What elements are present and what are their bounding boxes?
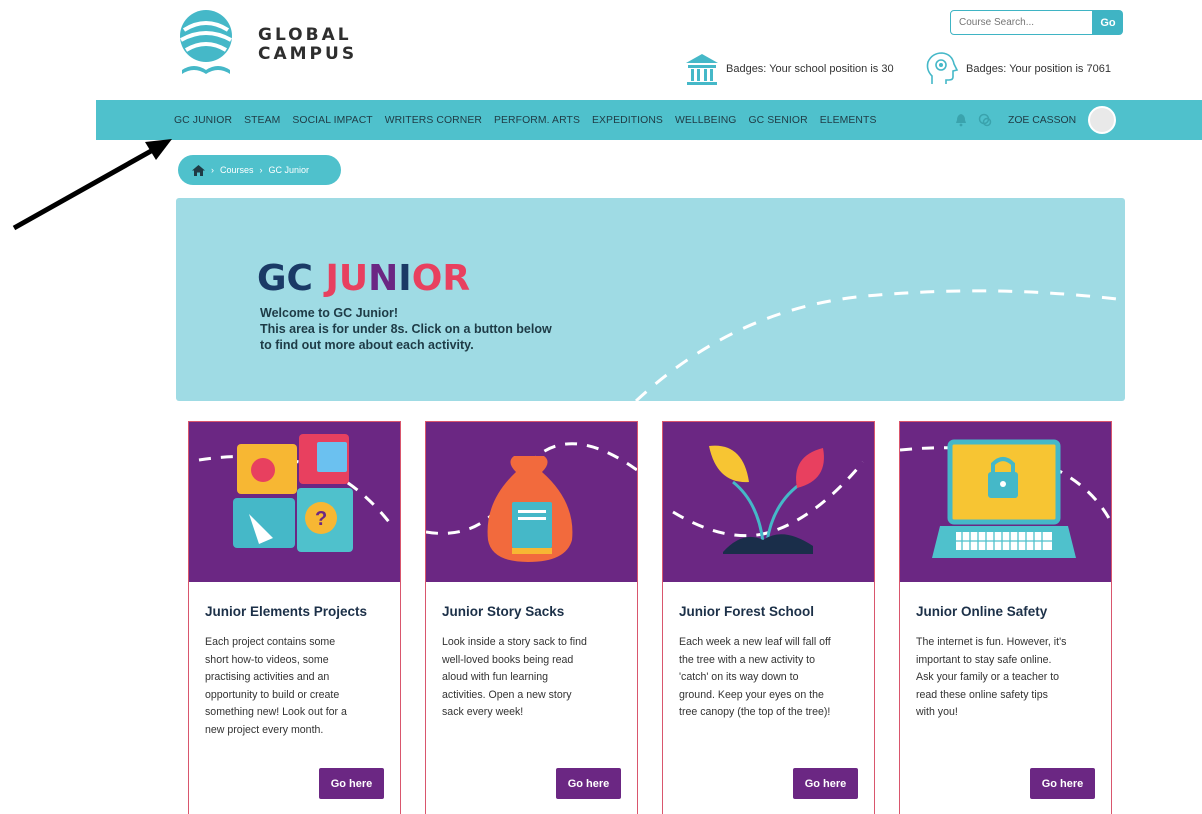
nav-item-elements[interactable]: ELEMENTS xyxy=(820,115,877,126)
card-junior-online-safety: Junior Online Safety The internet is fun… xyxy=(899,421,1112,814)
breadcrumb-gc-junior[interactable]: GC Junior xyxy=(269,165,310,175)
user-name[interactable]: ZOE CASSON xyxy=(1008,115,1076,126)
svg-text:?: ? xyxy=(315,508,327,530)
card-image xyxy=(900,422,1111,582)
globe-logo-icon xyxy=(180,10,232,74)
card-image xyxy=(663,422,874,582)
breadcrumb: › Courses › GC Junior xyxy=(178,155,341,185)
laptop-lock-icon xyxy=(900,439,1111,558)
banner-title: GC JUNIOR xyxy=(257,258,471,299)
avatar[interactable] xyxy=(1088,106,1117,134)
breadcrumb-separator: › xyxy=(211,165,214,175)
gc-junior-banner: GC JUNIOR Welcome to GC Junior! This are… xyxy=(176,198,1125,401)
puzzle-icon: ? xyxy=(198,434,391,552)
breadcrumb-separator: › xyxy=(259,165,263,175)
nav-item-wellbeing[interactable]: WELLBEING xyxy=(675,115,737,126)
card-image: ? xyxy=(189,422,400,582)
card-title: Junior Online Safety xyxy=(916,604,1048,619)
card-title: Junior Elements Projects xyxy=(205,604,368,619)
nav-item-gc-junior[interactable]: GC JUNIOR xyxy=(174,115,232,126)
nav-item-social-impact[interactable]: SOCIAL IMPACT xyxy=(292,115,372,126)
annotation-arrow-icon xyxy=(12,139,172,231)
card-junior-forest-school: Junior Forest School Each week a new lea… xyxy=(662,421,875,814)
dashed-path-decoration xyxy=(634,289,1125,401)
go-here-button[interactable]: Go here xyxy=(556,768,621,799)
chat-icon[interactable] xyxy=(978,113,992,127)
card-image xyxy=(426,422,637,582)
nav-item-perform-arts[interactable]: PERFORM. ARTS xyxy=(494,115,580,126)
story-sack-icon xyxy=(426,442,637,562)
course-search: Go xyxy=(950,10,1123,35)
personal-badge[interactable]: Badges: Your position is 7061 xyxy=(922,48,1111,90)
sapling-icon xyxy=(672,445,865,554)
bell-icon[interactable] xyxy=(954,113,968,127)
card-description: The internet is fun. However, it's import… xyxy=(916,636,1067,719)
school-badge[interactable]: Badges: Your school position is 30 xyxy=(684,48,894,90)
nav-item-gc-senior[interactable]: GC SENIOR xyxy=(748,115,807,126)
go-here-button[interactable]: Go here xyxy=(1030,768,1095,799)
personal-badge-text: Badges: Your position is 7061 xyxy=(966,63,1111,75)
school-badge-text: Badges: Your school position is 30 xyxy=(726,63,894,75)
search-go-button[interactable]: Go xyxy=(1093,10,1123,35)
school-building-icon xyxy=(686,54,718,85)
search-input[interactable] xyxy=(950,10,1093,35)
card-title: Junior Forest School xyxy=(679,604,815,619)
card-description: Look inside a story sack to find well-lov… xyxy=(442,636,587,719)
card-junior-elements: ? Junior Elements Projects Each project … xyxy=(188,421,401,814)
main-nav: GC JUNIOR STEAM SOCIAL IMPACT WRITERS CO… xyxy=(96,100,1202,140)
breadcrumb-courses[interactable]: Courses xyxy=(220,165,254,175)
card-title: Junior Story Sacks xyxy=(442,604,565,619)
head-gear-icon xyxy=(926,52,959,84)
home-icon[interactable] xyxy=(192,164,205,176)
card-description: Each week a new leaf will fall off the tr… xyxy=(679,636,831,719)
card-junior-story-sacks: Junior Story Sacks Look inside a story s… xyxy=(425,421,638,814)
nav-item-writers-corner[interactable]: WRITERS CORNER xyxy=(385,115,482,126)
nav-item-steam[interactable]: STEAM xyxy=(244,115,280,126)
logo-text: GLOBAL CAMPUS xyxy=(258,25,358,64)
go-here-button[interactable]: Go here xyxy=(319,768,384,799)
go-here-button[interactable]: Go here xyxy=(793,768,858,799)
nav-item-expeditions[interactable]: EXPEDITIONS xyxy=(592,115,663,126)
card-description: Each project contains some short how-to v… xyxy=(205,636,347,736)
banner-description: Welcome to GC Junior! This area is for u… xyxy=(260,306,552,352)
page: GLOBAL CAMPUS Go Badges: Your school pos… xyxy=(0,0,1202,814)
